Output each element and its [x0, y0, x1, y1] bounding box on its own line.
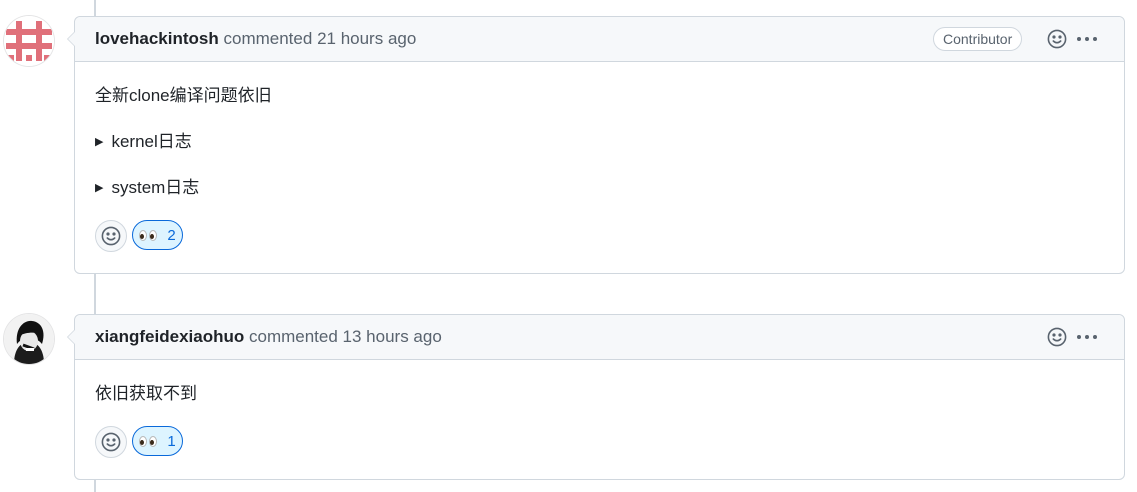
comment-meta: xiangfeidexiaohuo commented 13 hours ago — [95, 315, 442, 359]
smiley-icon — [101, 226, 121, 246]
timestamp-link[interactable]: 13 hours ago — [343, 327, 442, 346]
contributor-badge: Contributor — [933, 27, 1023, 51]
author-link[interactable]: lovehackintosh — [95, 29, 219, 48]
comment-text: 依旧获取不到 — [95, 384, 197, 403]
reaction-eyes-button[interactable]: 1 — [132, 426, 183, 456]
details-summary-system[interactable]: ▶ system日志 — [95, 176, 199, 202]
avatar[interactable] — [4, 16, 54, 66]
author-link[interactable]: xiangfeidexiaohuo — [95, 327, 244, 346]
details-label: kernel日志 — [111, 132, 192, 151]
reaction-eyes-button[interactable]: 2 — [132, 220, 183, 250]
details-label: system日志 — [111, 178, 200, 197]
kebab-horizontal-icon[interactable] — [1076, 326, 1098, 348]
avatar[interactable] — [4, 314, 54, 364]
comment-meta: lovehackintosh commented 21 hours ago — [95, 17, 416, 61]
details-summary-kernel[interactable]: ▶ kernel日志 — [95, 130, 192, 156]
eyes-emoji-icon — [139, 435, 158, 447]
add-reaction-button[interactable] — [95, 426, 127, 458]
eyes-emoji-icon — [139, 229, 158, 241]
add-reaction-button[interactable] — [95, 220, 127, 252]
comment-header: xiangfeidexiaohuo commented 13 hours ago — [67, 315, 1124, 360]
smiley-icon[interactable] — [1046, 28, 1068, 50]
triangle-right-icon: ▶ — [95, 182, 104, 194]
comment-box: lovehackintosh commented 21 hours ago Co… — [67, 16, 1125, 274]
smiley-icon[interactable] — [1046, 326, 1068, 348]
reaction-count: 1 — [167, 432, 176, 450]
reaction-count: 2 — [167, 226, 176, 244]
timestamp-link[interactable]: 21 hours ago — [317, 29, 416, 48]
kebab-horizontal-icon[interactable] — [1076, 28, 1098, 50]
comment-action: commented — [223, 29, 313, 48]
triangle-right-icon: ▶ — [95, 136, 104, 148]
comment-box: xiangfeidexiaohuo commented 13 hours ago — [67, 314, 1125, 480]
smiley-icon — [101, 432, 121, 452]
comment-header: lovehackintosh commented 21 hours ago Co… — [67, 17, 1124, 62]
comment-action: commented — [248, 327, 338, 346]
comment-text: 全新clone编译问题依旧 — [95, 86, 272, 105]
